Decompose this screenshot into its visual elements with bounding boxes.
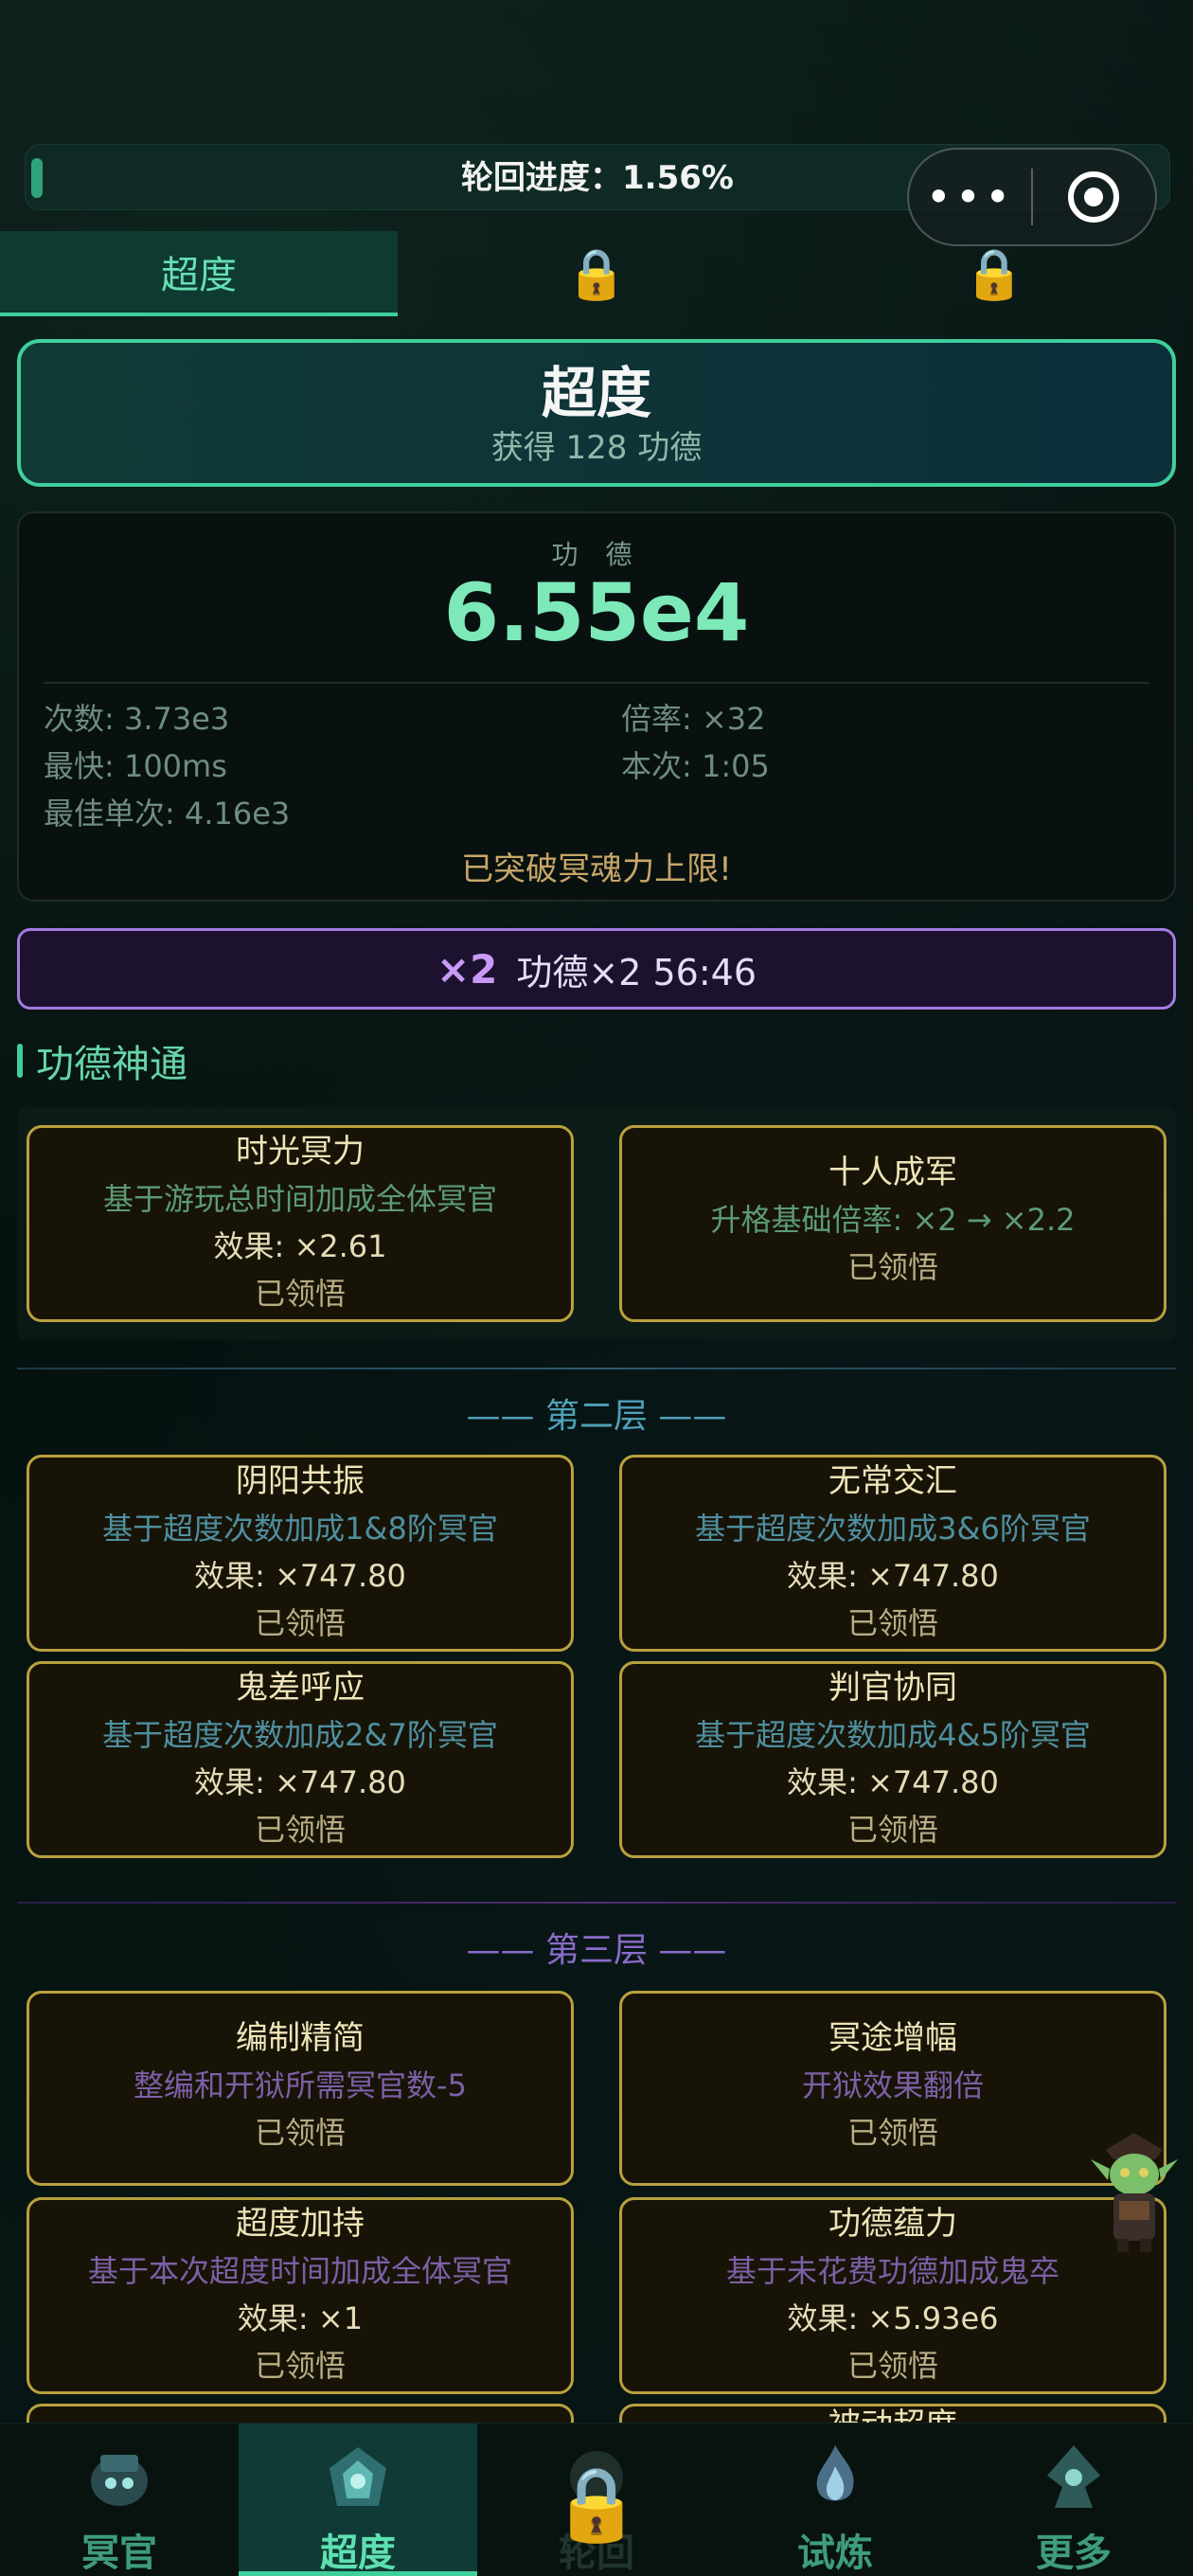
action-title: 超度 bbox=[541, 361, 651, 425]
skill-desc: 基于超度次数加成2&7阶冥官 bbox=[102, 1717, 498, 1753]
tab-mingqi[interactable]: 🔒 bbox=[398, 231, 795, 316]
skill-status: 已领悟 bbox=[846, 2115, 938, 2151]
skill-name: 冥途增幅 bbox=[828, 2019, 957, 2057]
nav-item-mingguan[interactable]: 冥官 bbox=[0, 2424, 239, 2576]
skill-name: 超度加持 bbox=[236, 2205, 365, 2243]
lock-icon: 🔒 bbox=[963, 245, 1025, 303]
tab-label: 超度 bbox=[161, 254, 237, 297]
skill-status: 已领悟 bbox=[254, 1812, 346, 1848]
trial-flame-icon bbox=[792, 2437, 878, 2518]
underworld-officer-icon bbox=[77, 2437, 162, 2518]
salvation-icon bbox=[315, 2437, 401, 2518]
stats-note: 已突破冥魂力上限! bbox=[461, 850, 732, 888]
buff-text: 功德×2 56:46 bbox=[516, 951, 757, 993]
section-header: 功德神通 bbox=[17, 1036, 187, 1086]
tab-fenhun[interactable]: 🔒 bbox=[795, 231, 1193, 316]
skill-name: 鬼差呼应 bbox=[236, 1669, 365, 1707]
skill-desc: 基于游玩总时间加成全体冥官 bbox=[102, 1181, 497, 1217]
action-subtitle: 获得 128 功德 bbox=[490, 429, 703, 467]
skill-desc: 基于未花费功德加成鬼卒 bbox=[725, 2253, 1059, 2289]
goblin-mascot-icon[interactable] bbox=[1089, 2131, 1180, 2254]
target-icon[interactable] bbox=[1033, 171, 1155, 223]
skill-desc: 基于超度次数加成4&5阶冥官 bbox=[695, 1717, 1091, 1753]
skill-effect: 效果: ×747.80 bbox=[787, 1558, 999, 1594]
app-root: 轮回进度：1.56% ••• 超度 🔒 🔒 超度 获得 128 功德 功 德 6… bbox=[0, 0, 1193, 2576]
skill-effect: 效果: ×5.93e6 bbox=[787, 2300, 999, 2336]
nav-label: 超度 bbox=[320, 2531, 396, 2575]
section-title: 功德神通 bbox=[36, 1043, 187, 1086]
skill-card[interactable]: 判官协同 基于超度次数加成4&5阶冥官 效果: ×747.80 已领悟 bbox=[619, 1661, 1166, 1858]
lock-icon: 🔒 bbox=[551, 2461, 642, 2546]
tier2-title: —— 第二层 —— bbox=[466, 1397, 727, 1436]
skill-desc: 开狱效果翻倍 bbox=[801, 2067, 984, 2103]
skill-card[interactable]: 鬼差呼应 基于超度次数加成2&7阶冥官 效果: ×747.80 已领悟 bbox=[27, 1661, 574, 1858]
skill-status: 已领悟 bbox=[846, 1605, 938, 1641]
skill-name: 十人成军 bbox=[828, 1154, 957, 1191]
skill-effect: 效果: ×2.61 bbox=[213, 1228, 387, 1264]
buff-multiplier: ×2 bbox=[436, 945, 498, 993]
nav-item-lunhui[interactable]: 🔒 轮回 bbox=[477, 2424, 716, 2576]
tab-chaodu[interactable]: 超度 bbox=[0, 231, 398, 316]
nav-label: 更多 bbox=[1036, 2531, 1112, 2575]
skill-card[interactable]: 无常交汇 基于超度次数加成3&6阶冥官 效果: ×747.80 已领悟 bbox=[619, 1455, 1166, 1652]
stat-fastest: 最快: 100ms bbox=[44, 748, 227, 784]
top-tabs: 超度 🔒 🔒 bbox=[0, 231, 1193, 316]
skill-name: 无常交汇 bbox=[828, 1462, 957, 1500]
skill-name: 判官协同 bbox=[828, 1669, 957, 1707]
stat-this-time: 本次: 1:05 bbox=[621, 748, 770, 784]
skill-desc: 升格基础倍率: ×2 → ×2.2 bbox=[710, 1202, 1076, 1238]
skill-card[interactable]: 十人成军 升格基础倍率: ×2 → ×2.2 已领悟 bbox=[619, 1125, 1166, 1322]
more-spade-icon bbox=[1031, 2437, 1116, 2518]
skill-name: 功德蕴力 bbox=[828, 2205, 957, 2243]
skill-name: 阴阳共振 bbox=[236, 1462, 365, 1500]
stat-count: 次数: 3.73e3 bbox=[44, 701, 230, 737]
skill-desc: 整编和开狱所需冥官数-5 bbox=[134, 2067, 467, 2103]
skill-status: 已领悟 bbox=[254, 1605, 346, 1641]
merit-value: 6.55e4 bbox=[443, 566, 750, 659]
skill-name: 时光冥力 bbox=[236, 1133, 365, 1171]
tier3-title: —— 第三层 —— bbox=[466, 1931, 727, 1970]
bottom-nav: 冥官 超度 🔒 轮回 试炼 更多 bbox=[0, 2423, 1193, 2576]
nav-label: 冥官 bbox=[81, 2531, 157, 2575]
tier-divider bbox=[17, 1368, 1176, 1369]
merit-buff-banner: ×2 功德×2 56:46 bbox=[17, 928, 1176, 1010]
merit-stats-card: 功 德 6.55e4 次数: 3.73e3 倍率: ×32 最快: 100ms … bbox=[17, 511, 1176, 902]
skill-card[interactable]: 编制精简 整编和开狱所需冥官数-5 已领悟 bbox=[27, 1991, 574, 2186]
stat-rate: 倍率: ×32 bbox=[621, 701, 766, 737]
skill-status: 已领悟 bbox=[846, 1249, 938, 1285]
nav-item-more[interactable]: 更多 bbox=[954, 2424, 1193, 2576]
skill-desc: 基于超度次数加成3&6阶冥官 bbox=[695, 1511, 1091, 1547]
skill-name: 编制精简 bbox=[236, 2019, 365, 2057]
skill-card[interactable]: 时光冥力 基于游玩总时间加成全体冥官 效果: ×2.61 已领悟 bbox=[27, 1125, 574, 1322]
skill-effect: 效果: ×1 bbox=[237, 2300, 364, 2336]
skill-desc: 基于本次超度时间加成全体冥官 bbox=[87, 2253, 512, 2289]
skill-card[interactable]: 超度加持 基于本次超度时间加成全体冥官 效果: ×1 已领悟 bbox=[27, 2197, 574, 2394]
skill-card[interactable]: 冥途增幅 开狱效果翻倍 已领悟 bbox=[619, 1991, 1166, 2186]
divider bbox=[44, 682, 1149, 684]
skill-status: 已领悟 bbox=[254, 2348, 346, 2384]
skill-status: 已领悟 bbox=[254, 2115, 346, 2151]
skill-card[interactable]: 阴阳共振 基于超度次数加成1&8阶冥官 效果: ×747.80 已领悟 bbox=[27, 1455, 574, 1652]
chaodu-button[interactable]: 超度 获得 128 功德 bbox=[17, 339, 1176, 487]
stat-best-single: 最佳单次: 4.16e3 bbox=[44, 796, 291, 832]
skill-status: 已领悟 bbox=[846, 2348, 938, 2384]
skill-desc: 基于超度次数加成1&8阶冥官 bbox=[102, 1511, 498, 1547]
skill-effect: 效果: ×747.80 bbox=[194, 1764, 406, 1800]
skill-effect: 效果: ×747.80 bbox=[787, 1764, 999, 1800]
nav-item-chaodu[interactable]: 超度 bbox=[239, 2424, 477, 2576]
skill-effect: 效果: ×747.80 bbox=[194, 1558, 406, 1594]
skill-status: 已领悟 bbox=[254, 1276, 346, 1312]
section-accent bbox=[17, 1044, 23, 1078]
nav-label: 试炼 bbox=[797, 2531, 873, 2575]
lock-icon: 🔒 bbox=[565, 245, 628, 303]
nav-item-shilian[interactable]: 试炼 bbox=[716, 2424, 954, 2576]
tier-divider bbox=[17, 1902, 1176, 1904]
skill-status: 已领悟 bbox=[846, 1812, 938, 1848]
skill-card[interactable]: 功德蕴力 基于未花费功德加成鬼卒 效果: ×5.93e6 已领悟 bbox=[619, 2197, 1166, 2394]
